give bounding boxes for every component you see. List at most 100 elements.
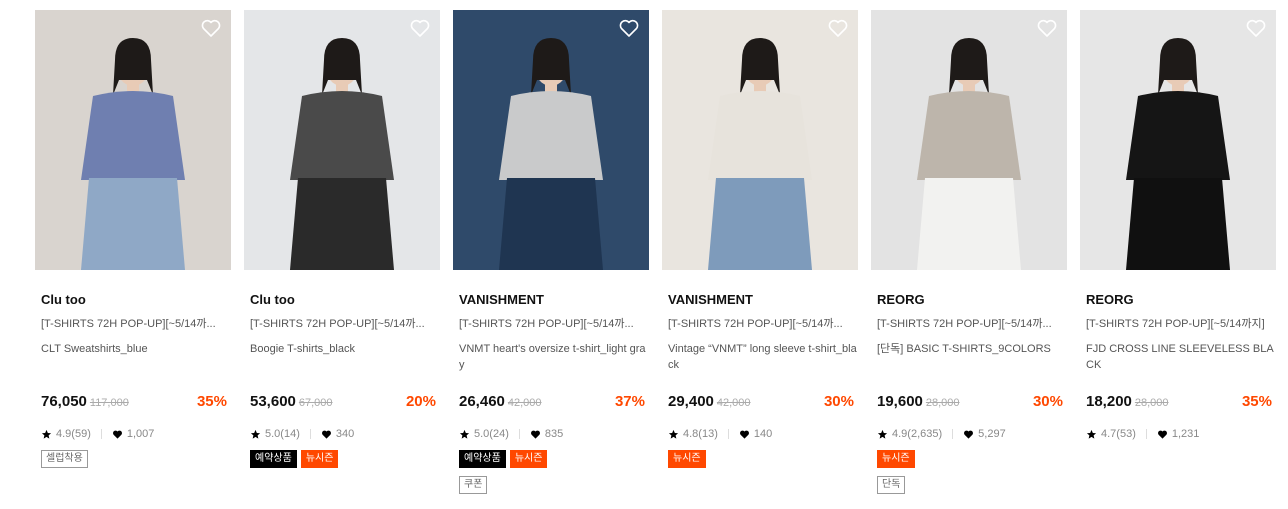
product-name[interactable]: VNMT heart's oversize t-shirt_light gray [459, 341, 649, 373]
product-card[interactable]: Clu too [T-SHIRTS 72H POP-UP][~5/14까... CL… [35, 10, 231, 468]
review-stats: 4.8(13) 140 [668, 427, 858, 441]
rating-value: 5.0(14) [265, 428, 300, 440]
sale-price: 29,400 [668, 393, 714, 410]
product-image[interactable] [35, 10, 231, 270]
badge-list: 예약상품 뉴시즌 [250, 450, 440, 468]
badge: 쿠폰 [459, 476, 488, 494]
heart-icon [1157, 430, 1167, 439]
product-name[interactable]: [단독] BASIC T-SHIRTS_9COLORS [877, 341, 1067, 373]
sale-price: 26,460 [459, 393, 505, 410]
heart-icon [739, 430, 749, 439]
review-stats: 5.0(14) 340 [250, 427, 440, 441]
rating-value: 4.9(2,635) [892, 428, 943, 440]
brand-name[interactable]: Clu too [41, 292, 231, 308]
like-count: 1,231 [1171, 428, 1200, 440]
brand-name[interactable]: REORG [877, 292, 1067, 308]
price-row: 53,600 67,000 20% [250, 393, 440, 413]
original-price: 42,000 [716, 397, 751, 409]
badge: 뉴시즌 [668, 450, 706, 468]
like-count: 835 [544, 428, 564, 440]
discount-rate: 20% [405, 393, 436, 410]
badge-list: 셀럽착용 [41, 450, 231, 468]
product-image[interactable] [244, 10, 440, 270]
wishlist-heart-icon[interactable] [617, 16, 641, 40]
divider [1145, 429, 1147, 439]
product-card[interactable]: REORG [T-SHIRTS 72H POP-UP][~5/14까지] FJD C… [1080, 10, 1276, 450]
brand-name[interactable]: REORG [1086, 292, 1276, 308]
product-image[interactable] [1080, 10, 1276, 270]
badge: 뉴시즌 [300, 450, 339, 468]
badge: 뉴시즌 [877, 450, 915, 468]
product-name[interactable]: FJD CROSS LINE SLEEVELESS BLACK [1086, 341, 1276, 373]
star-icon [250, 429, 261, 439]
promo-title[interactable]: [T-SHIRTS 72H POP-UP][~5/14까... [41, 317, 231, 331]
product-card[interactable]: VANISHMENT [T-SHIRTS 72H POP-UP][~5/14까..… [662, 10, 858, 468]
product-image[interactable] [453, 10, 649, 270]
divider [518, 429, 520, 439]
product-photo[interactable] [871, 10, 1067, 270]
heart-icon [964, 430, 974, 439]
original-price: 42,000 [507, 397, 542, 409]
badge-list: 예약상품 뉴시즌 쿠폰 [459, 450, 649, 494]
product-card[interactable]: VANISHMENT [T-SHIRTS 72H POP-UP][~5/14까..… [453, 10, 649, 494]
promo-title[interactable]: [T-SHIRTS 72H POP-UP][~5/14까지] [1086, 317, 1276, 331]
product-image[interactable] [871, 10, 1067, 270]
brand-name[interactable]: VANISHMENT [668, 292, 858, 308]
brand-name[interactable]: VANISHMENT [459, 292, 649, 308]
divider [309, 429, 311, 439]
product-name[interactable]: Boogie T-shirts_black [250, 341, 440, 373]
original-price: 67,000 [298, 397, 333, 409]
wishlist-heart-icon[interactable] [408, 16, 432, 40]
product-name[interactable]: Vintage “VNMT” long sleeve t-shirt_black [668, 341, 858, 373]
rating-value: 5.0(24) [474, 428, 509, 440]
star-icon [41, 429, 52, 439]
product-photo[interactable] [1080, 10, 1276, 270]
product-photo[interactable] [35, 10, 231, 270]
product-photo[interactable] [662, 10, 858, 270]
rating-value: 4.8(13) [683, 428, 718, 440]
promo-title[interactable]: [T-SHIRTS 72H POP-UP][~5/14까... [668, 317, 858, 331]
heart-icon [112, 430, 122, 439]
heart-icon [321, 430, 331, 439]
badge: 단독 [877, 476, 906, 494]
wishlist-heart-icon[interactable] [826, 16, 850, 40]
brand-name[interactable]: Clu too [250, 292, 440, 308]
product-card[interactable]: REORG [T-SHIRTS 72H POP-UP][~5/14까... [단독]… [871, 10, 1067, 494]
price-row: 19,600 28,000 30% [877, 393, 1067, 413]
discount-rate: 37% [614, 393, 645, 410]
price-row: 26,460 42,000 37% [459, 393, 649, 413]
product-image[interactable] [662, 10, 858, 270]
like-count: 1,007 [126, 428, 155, 440]
discount-rate: 35% [1241, 393, 1272, 410]
star-icon [877, 429, 888, 439]
product-photo[interactable] [244, 10, 440, 270]
badge: 셀럽착용 [41, 450, 88, 468]
rating-value: 4.9(59) [56, 428, 91, 440]
original-price: 117,000 [89, 397, 129, 409]
wishlist-heart-icon[interactable] [1035, 16, 1059, 40]
discount-rate: 30% [823, 393, 854, 410]
wishlist-heart-icon[interactable] [1244, 16, 1268, 40]
rating-value: 4.7(53) [1101, 428, 1136, 440]
discount-rate: 35% [196, 393, 227, 410]
badge: 예약상품 [250, 450, 297, 468]
star-icon [668, 429, 679, 439]
star-icon [459, 429, 470, 439]
product-photo[interactable] [453, 10, 649, 270]
promo-title[interactable]: [T-SHIRTS 72H POP-UP][~5/14까... [459, 317, 649, 331]
sale-price: 18,200 [1086, 393, 1132, 410]
product-name[interactable]: CLT Sweatshirts_blue [41, 341, 231, 373]
promo-title[interactable]: [T-SHIRTS 72H POP-UP][~5/14까... [250, 317, 440, 331]
review-stats: 5.0(24) 835 [459, 427, 649, 441]
promo-title[interactable]: [T-SHIRTS 72H POP-UP][~5/14까... [877, 317, 1067, 331]
product-card[interactable]: Clu too [T-SHIRTS 72H POP-UP][~5/14까... Bo… [244, 10, 440, 468]
star-icon [1086, 429, 1097, 439]
badge: 뉴시즌 [509, 450, 548, 468]
original-price: 28,000 [1134, 397, 1169, 409]
divider [100, 429, 102, 439]
wishlist-heart-icon[interactable] [199, 16, 223, 40]
sale-price: 19,600 [877, 393, 923, 410]
sale-price: 53,600 [250, 393, 296, 410]
like-count: 340 [335, 428, 355, 440]
product-grid: Clu too [T-SHIRTS 72H POP-UP][~5/14까... CL… [0, 0, 1288, 509]
